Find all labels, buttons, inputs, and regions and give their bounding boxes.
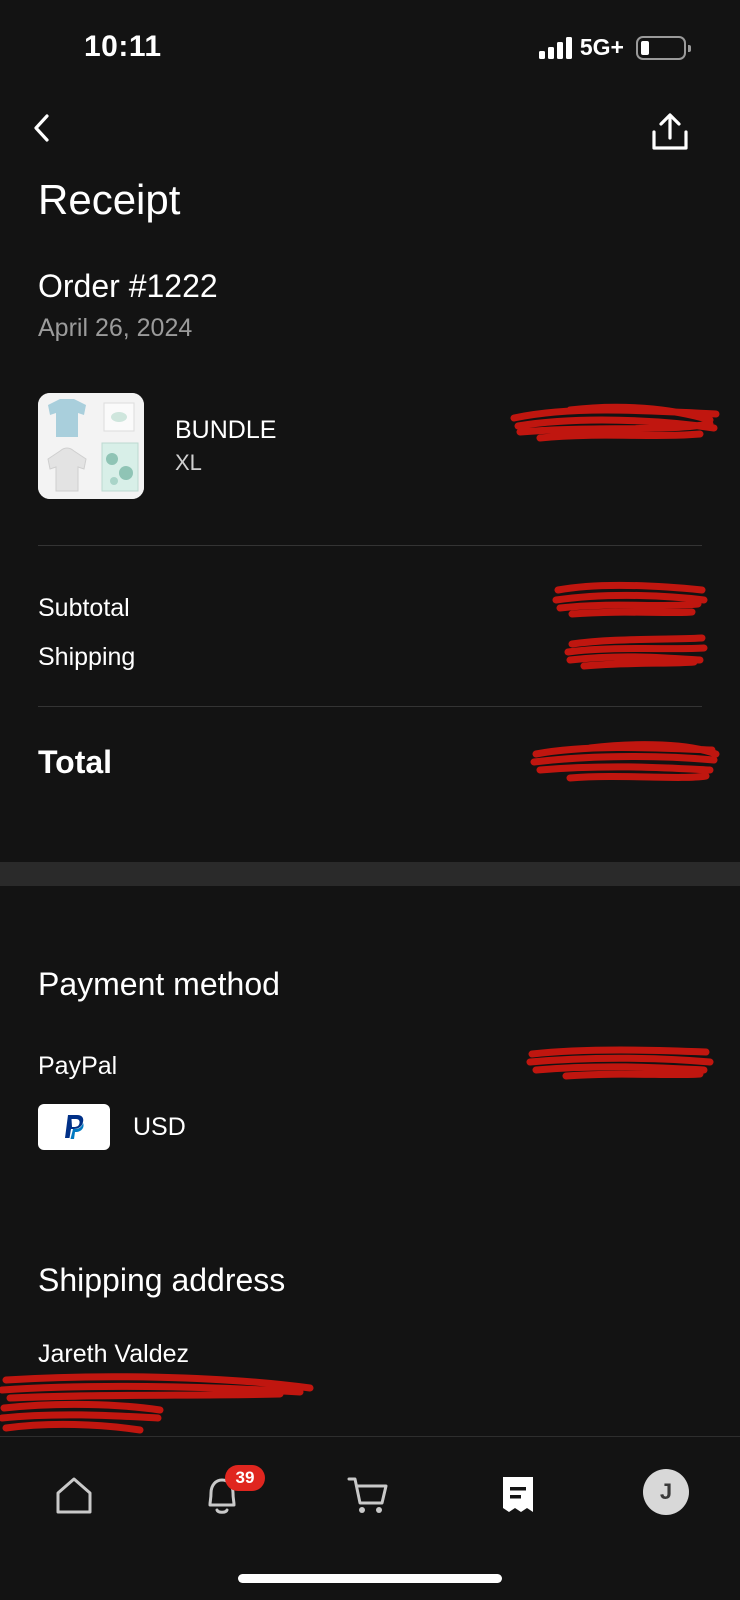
product-variant: XL bbox=[175, 450, 202, 475]
redacted-address bbox=[0, 1373, 314, 1434]
product-thumbnail[interactable] bbox=[38, 393, 144, 499]
receipt-icon bbox=[503, 1477, 533, 1512]
status-time: 10:11 bbox=[84, 30, 162, 63]
payment-currency: USD bbox=[133, 1113, 186, 1141]
section-separator bbox=[0, 862, 740, 886]
profile-avatar[interactable]: J bbox=[643, 1469, 689, 1515]
tab-orders[interactable] bbox=[490, 1467, 546, 1523]
product-name: BUNDLE bbox=[175, 416, 277, 444]
status-bar: 10:11 5G+ bbox=[0, 0, 740, 100]
order-number: Order #1222 bbox=[38, 268, 218, 304]
status-indicators: 5G+ bbox=[538, 34, 691, 61]
tab-home[interactable] bbox=[46, 1467, 102, 1523]
payment-method-title: Payment method bbox=[38, 966, 280, 1002]
share-button[interactable] bbox=[648, 110, 692, 154]
divider bbox=[38, 545, 702, 546]
divider bbox=[38, 706, 702, 707]
page-title: Receipt bbox=[38, 176, 181, 223]
redacted-total bbox=[530, 741, 720, 782]
home-icon bbox=[56, 1477, 92, 1514]
signal-icon bbox=[538, 36, 572, 59]
shipping-address-title: Shipping address bbox=[38, 1262, 286, 1298]
redacted-payment-amount bbox=[526, 1046, 714, 1080]
order-date: April 26, 2024 bbox=[38, 314, 193, 342]
network-label: 5G+ bbox=[579, 34, 624, 60]
total-label: Total bbox=[38, 744, 113, 780]
home-indicator[interactable] bbox=[238, 1574, 502, 1583]
share-icon bbox=[652, 113, 688, 150]
subtotal-label: Subtotal bbox=[38, 594, 130, 622]
payment-provider: PayPal bbox=[38, 1052, 118, 1080]
back-button[interactable] bbox=[24, 108, 60, 148]
bundle-image bbox=[38, 393, 144, 499]
paypal-logo bbox=[65, 1115, 84, 1139]
shipping-label: Shipping bbox=[38, 643, 136, 671]
tab-cart[interactable] bbox=[340, 1467, 396, 1523]
redacted-item-price bbox=[510, 403, 720, 442]
back-arrow-icon bbox=[34, 114, 49, 142]
recipient-name: Jareth Valdez bbox=[38, 1340, 190, 1368]
paypal-badge bbox=[38, 1104, 110, 1150]
battery-icon bbox=[636, 35, 691, 60]
cart-icon bbox=[347, 1477, 388, 1513]
redacted-subtotal bbox=[552, 581, 708, 618]
redacted-shipping bbox=[564, 634, 708, 670]
notification-count-badge: 39 bbox=[225, 1465, 265, 1491]
